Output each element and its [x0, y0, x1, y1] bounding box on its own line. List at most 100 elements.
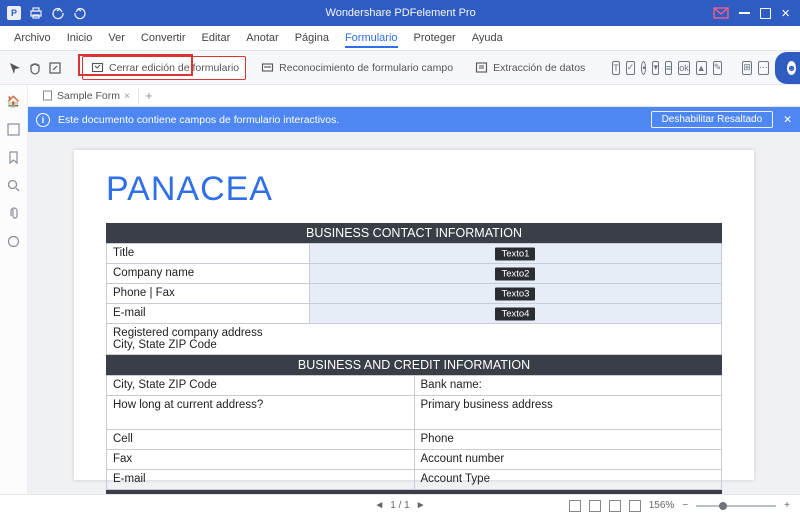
cell: E-mail — [107, 470, 415, 490]
maximize-button[interactable] — [760, 8, 771, 19]
menu-ayuda[interactable]: Ayuda — [472, 32, 503, 44]
page-indicator: 1 / 1 — [390, 500, 409, 511]
recognize-label: Reconocimiento de formulario campo — [279, 62, 453, 74]
menu-inicio[interactable]: Inicio — [67, 32, 93, 44]
extract-icon — [473, 60, 489, 76]
zoom-out-button[interactable]: − — [682, 500, 688, 511]
signature-field-tool[interactable]: ✎ — [713, 61, 723, 75]
table-row: CellPhone — [107, 430, 722, 450]
zoom-in-button[interactable]: + — [784, 500, 790, 511]
doc-tab-icon — [42, 90, 53, 101]
thumbnails-icon[interactable] — [6, 121, 22, 137]
mail-icon[interactable] — [713, 7, 729, 19]
document-viewport[interactable]: PANACEA BUSINESS CONTACT INFORMATION Tit… — [28, 132, 800, 494]
brand-heading: PANACEA — [106, 170, 722, 209]
section-contact: BUSINESS CONTACT INFORMATION — [106, 223, 722, 243]
image-field-tool[interactable]: ▲ — [696, 61, 707, 75]
attachment-icon[interactable] — [6, 205, 22, 221]
extract-data-button[interactable]: Extracción de datos — [466, 56, 592, 80]
menu-convertir[interactable]: Convertir — [141, 32, 186, 44]
prev-page-button[interactable]: ◄ — [374, 500, 384, 511]
button-field-tool[interactable]: ok — [678, 61, 690, 75]
text-field-tool[interactable]: T — [612, 61, 620, 75]
close-form-editing-button[interactable]: Cerrar edición de formulario — [82, 56, 246, 80]
svg-text:P: P — [11, 8, 17, 18]
field-title[interactable]: Texto1 — [309, 244, 721, 264]
field-company[interactable]: Texto2 — [309, 264, 721, 284]
app-title: Wondershare PDFelement Pro — [88, 7, 713, 19]
menu-anotar[interactable]: Anotar — [246, 32, 278, 44]
combobox-tool[interactable]: ▾ — [652, 61, 659, 75]
cell: Primary business address — [414, 396, 722, 430]
info-icon: i — [36, 113, 50, 127]
properties-tool[interactable]: ⋯ — [758, 61, 769, 75]
print-icon[interactable] — [28, 5, 44, 21]
table-row: City, State ZIP CodeBank name: — [107, 376, 722, 396]
zoom-slider[interactable] — [696, 505, 776, 507]
cell: Fax — [107, 450, 415, 470]
field-tag: Texto2 — [495, 267, 535, 280]
user-account-pill[interactable]: ☻ Felipe Araujo — [775, 52, 800, 84]
close-form-editing-label: Cerrar edición de formulario — [109, 62, 239, 74]
menu-archivo[interactable]: Archivo — [14, 32, 51, 44]
center-pane: Sample Form × + i Este documento contien… — [28, 85, 800, 494]
view-continuous-icon[interactable] — [589, 500, 601, 512]
tab-label: Sample Form — [57, 90, 120, 102]
close-form-editing-icon — [89, 60, 105, 76]
label-reg-address: Registered company addressCity, State ZI… — [107, 324, 722, 355]
minimize-button[interactable] — [739, 12, 750, 14]
table-row: TitleTexto1 — [107, 244, 722, 264]
menubar: Archivo Inicio Ver Convertir Editar Anot… — [0, 26, 800, 51]
search-icon[interactable] — [6, 177, 22, 193]
close-window-button[interactable]: × — [781, 8, 790, 19]
cell: How long at current address? — [107, 396, 415, 430]
view-twopage-icon[interactable] — [609, 500, 621, 512]
table-row: How long at current address?Primary busi… — [107, 396, 722, 430]
bookmark-icon[interactable] — [6, 149, 22, 165]
disable-highlight-button[interactable]: Deshabilitar Resaltado — [651, 111, 774, 128]
tab-close-icon[interactable]: × — [124, 90, 130, 102]
statusbar: ◄ 1 / 1 ► 156% − + — [0, 494, 800, 516]
table-row: Registered company addressCity, State ZI… — [107, 324, 722, 355]
table-row: E-mailAccount Type — [107, 470, 722, 490]
info-close-icon[interactable]: ✕ — [783, 114, 792, 126]
table-row: E-mailTexto4 — [107, 304, 722, 324]
radio-tool[interactable]: • — [641, 61, 646, 75]
edit-tool-icon[interactable] — [48, 60, 62, 76]
view-single-icon[interactable] — [569, 500, 581, 512]
checkbox-tool[interactable]: ✓ — [626, 61, 636, 75]
comment-icon[interactable] — [6, 233, 22, 249]
zoom-value: 156% — [649, 500, 675, 511]
menu-pagina[interactable]: Página — [295, 32, 329, 44]
pdf-page: PANACEA BUSINESS CONTACT INFORMATION Tit… — [74, 150, 754, 480]
view-other-icon[interactable] — [629, 500, 641, 512]
next-page-button[interactable]: ► — [416, 500, 426, 511]
menu-formulario[interactable]: Formulario — [345, 32, 398, 48]
menu-ver[interactable]: Ver — [108, 32, 125, 44]
app-logo-icon: P — [6, 5, 22, 21]
add-tab-button[interactable]: + — [145, 88, 153, 103]
section-credit: BUSINESS AND CREDIT INFORMATION — [106, 355, 722, 375]
menu-editar[interactable]: Editar — [202, 32, 231, 44]
extract-label: Extracción de datos — [493, 62, 585, 74]
cell: Account Type — [414, 470, 722, 490]
align-tool[interactable]: ⊞ — [742, 61, 752, 75]
recognize-form-fields-button[interactable]: Reconocimiento de formulario campo — [252, 56, 460, 80]
field-email[interactable]: Texto4 — [309, 304, 721, 324]
contact-table: TitleTexto1 Company nameTexto2 Phone | F… — [106, 243, 722, 355]
home-icon[interactable]: 🏠 — [6, 93, 22, 109]
titlebar: P Wondershare PDFelement Pro × — [0, 0, 800, 26]
undo-icon[interactable] — [50, 5, 66, 21]
field-phonefax[interactable]: Texto3 — [309, 284, 721, 304]
listbox-tool[interactable]: ≡ — [665, 61, 672, 75]
hand-pan-icon[interactable] — [28, 60, 42, 76]
table-row: Company nameTexto2 — [107, 264, 722, 284]
menu-proteger[interactable]: Proteger — [414, 32, 456, 44]
cell: Bank name: — [414, 376, 722, 396]
cursor-select-icon[interactable] — [8, 60, 22, 76]
tab-sample-form[interactable]: Sample Form × — [34, 88, 139, 104]
redo-icon[interactable] — [72, 5, 88, 21]
field-tag: Texto4 — [495, 307, 535, 320]
cell: Account number — [414, 450, 722, 470]
workarea: 🏠 Sample Form × + i Este documento conti… — [0, 85, 800, 494]
